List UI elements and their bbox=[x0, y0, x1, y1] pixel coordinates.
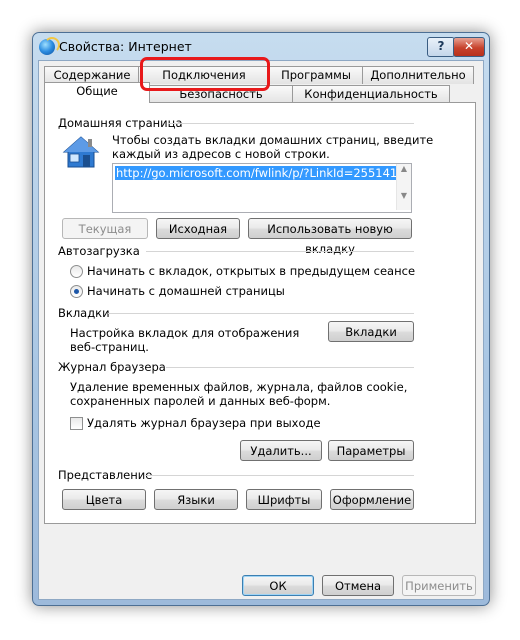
divider bbox=[168, 123, 414, 124]
tab-general[interactable]: Общие bbox=[44, 82, 150, 103]
home-page-instructions-line1: Чтобы создать вкладки домашних страниц, … bbox=[112, 133, 434, 147]
delete-history-button[interactable]: Удалить... bbox=[240, 440, 322, 461]
startup-previous-session-label: Начинать с вкладок, открытых в предыдуще… bbox=[87, 264, 416, 278]
close-button[interactable]: ✕ bbox=[453, 37, 485, 57]
appearance-heading: Представление bbox=[58, 468, 153, 482]
startup-home-page-radio[interactable] bbox=[70, 285, 83, 298]
delete-history-on-exit-checkbox[interactable] bbox=[70, 417, 83, 430]
divider bbox=[146, 251, 414, 252]
history-description-line2: сохраненных паролей и данных веб-форм. bbox=[70, 394, 331, 408]
startup-heading: Автозагрузка bbox=[58, 244, 140, 258]
startup-home-page-label: Начинать с домашней страницы bbox=[87, 284, 285, 298]
startup-previous-session-radio[interactable] bbox=[70, 265, 83, 278]
home-page-instructions-line2: каждый из адресов с новой строки. bbox=[112, 147, 330, 161]
apply-button[interactable]: Применить bbox=[402, 575, 476, 596]
connections-tab-highlight bbox=[140, 57, 270, 91]
fonts-button[interactable]: Шрифты bbox=[246, 489, 322, 510]
use-current-button[interactable]: Текущая bbox=[62, 218, 148, 239]
internet-options-icon bbox=[39, 37, 60, 55]
delete-history-on-exit-label: Удалять журнал браузера при выходе bbox=[87, 416, 321, 430]
tab-privacy[interactable]: Конфиденциальность bbox=[292, 85, 450, 103]
accessibility-button[interactable]: Оформление bbox=[330, 489, 414, 510]
home-page-heading: Домашняя страница bbox=[58, 116, 183, 130]
history-description-line1: Удаление временных файлов, журнала, файл… bbox=[70, 380, 408, 394]
languages-button[interactable]: Языки bbox=[154, 489, 238, 510]
use-new-tab-button[interactable]: Использовать новую вкладку bbox=[248, 218, 412, 256]
use-default-button[interactable]: Исходная bbox=[156, 218, 240, 239]
tabs-settings-button[interactable]: Вкладки bbox=[328, 321, 414, 342]
divider bbox=[166, 367, 414, 368]
home-page-url-field[interactable]: http://go.microsoft.com/fwlink/p/?LinkId… bbox=[112, 163, 412, 213]
tabs-description-line2: веб-страниц. bbox=[70, 340, 149, 354]
tab-advanced[interactable]: Дополнительно bbox=[362, 66, 474, 84]
url-field-scrollbar[interactable]: ▲ ▼ bbox=[396, 164, 411, 210]
colors-button[interactable]: Цвета bbox=[62, 489, 146, 510]
divider bbox=[108, 313, 414, 314]
history-settings-button[interactable]: Параметры bbox=[328, 440, 414, 461]
ok-button[interactable]: ОК bbox=[242, 575, 314, 596]
tab-programs[interactable]: Программы bbox=[268, 66, 364, 84]
cancel-button[interactable]: Отмена bbox=[322, 575, 394, 596]
help-button[interactable]: ? bbox=[427, 37, 455, 57]
tabs-description-line1: Настройка вкладок для отображения bbox=[70, 326, 300, 340]
window-title: Свойства: Интернет bbox=[59, 39, 192, 54]
browsing-history-heading: Журнал браузера bbox=[58, 360, 166, 374]
home-icon bbox=[62, 136, 100, 168]
divider bbox=[144, 475, 414, 476]
home-page-url: http://go.microsoft.com/fwlink/p/?LinkId… bbox=[115, 166, 399, 180]
tabs-heading: Вкладки bbox=[58, 306, 110, 320]
